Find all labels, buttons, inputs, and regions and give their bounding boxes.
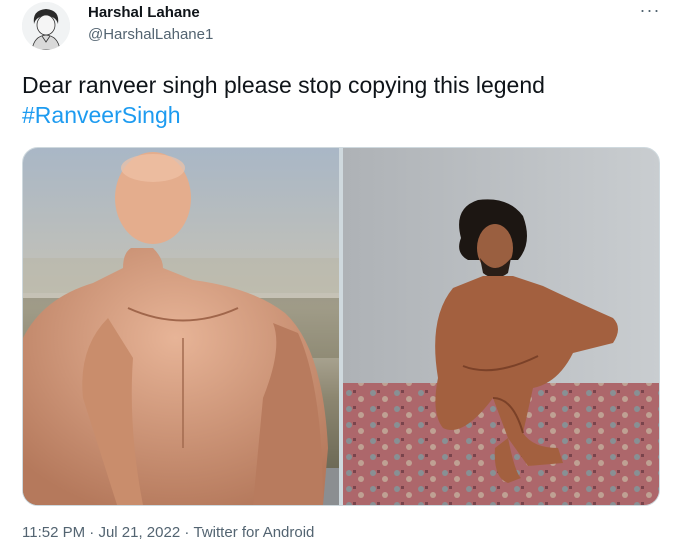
tweet-body: Dear ranveer singh please stop copying t…: [22, 72, 545, 98]
more-horizontal-icon[interactable]: ···: [634, 0, 666, 24]
tweet-source[interactable]: Twitter for Android: [194, 524, 315, 541]
avatar[interactable]: [22, 2, 70, 50]
photo-left[interactable]: [23, 148, 339, 505]
tweet-date[interactable]: Jul 21, 2022: [98, 524, 180, 541]
meta-separator: ·: [184, 524, 190, 541]
media-grid[interactable]: [22, 147, 660, 506]
tweet-card: Harshal Lahane @HarshalLahane1 ··· Dear …: [0, 0, 681, 550]
photo-right[interactable]: [343, 148, 659, 505]
tweet-time[interactable]: 11:52 PM: [22, 524, 85, 541]
tweet-meta: 11:52 PM · Jul 21, 2022 · Twitter for An…: [22, 524, 314, 541]
author-name[interactable]: Harshal Lahane: [88, 4, 200, 21]
meta-separator: ·: [89, 524, 95, 541]
avatar-image: [22, 2, 70, 50]
tweet-text: Dear ranveer singh please stop copying t…: [22, 70, 662, 130]
author-handle[interactable]: @HarshalLahane1: [88, 26, 213, 43]
hashtag-link[interactable]: #RanveerSingh: [22, 100, 662, 130]
